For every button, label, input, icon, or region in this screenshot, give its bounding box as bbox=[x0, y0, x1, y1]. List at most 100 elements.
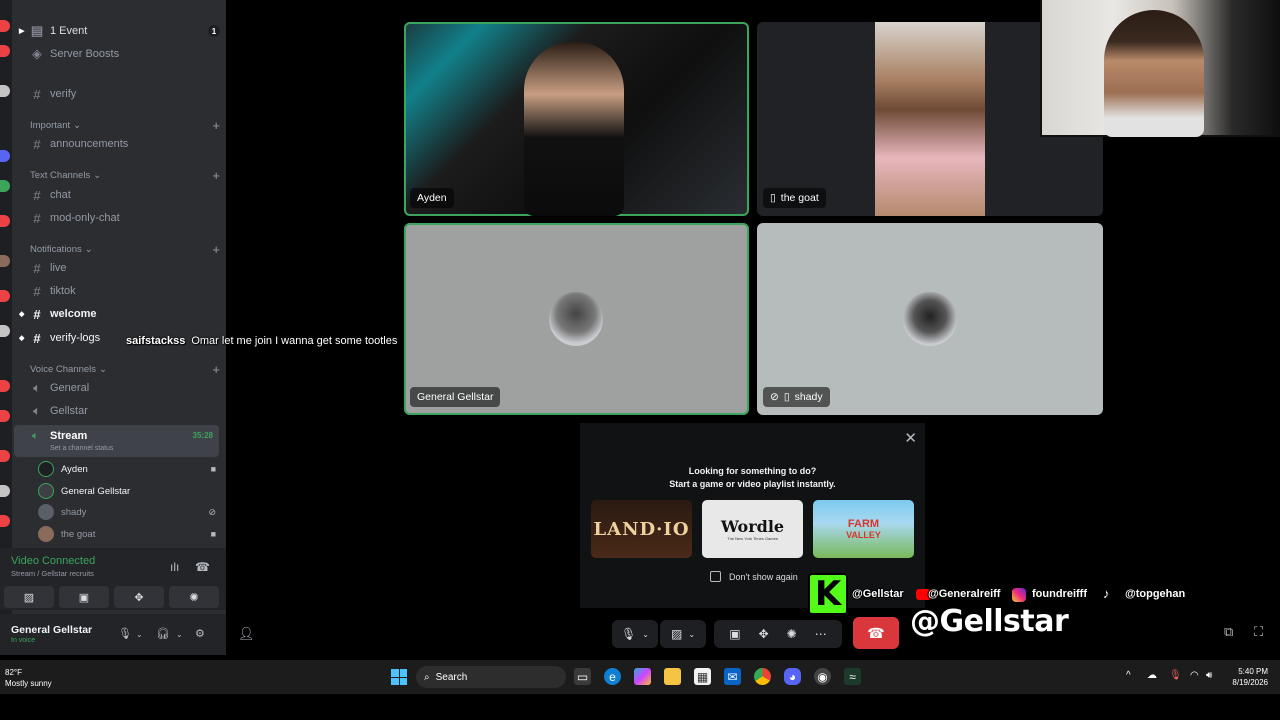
obs-icon[interactable]: ◉ bbox=[814, 668, 831, 685]
camera-off-button[interactable]: ▨ bbox=[4, 586, 54, 608]
voice-channel-general[interactable]: 🔈︎ General bbox=[30, 378, 220, 398]
game-card-farm-valley[interactable]: FARM VALLEY bbox=[813, 500, 914, 558]
add-channel-icon[interactable]: + bbox=[212, 242, 220, 257]
app-icon[interactable]: ≈ bbox=[844, 668, 861, 685]
microphone-icon[interactable]: 🎙︎ bbox=[1169, 670, 1182, 681]
discord-icon[interactable]: ◕ bbox=[784, 668, 801, 685]
checkbox[interactable] bbox=[710, 571, 721, 582]
task-view-icon[interactable]: ▭ bbox=[574, 668, 591, 685]
channel-status[interactable]: Set a channel status bbox=[50, 445, 113, 452]
camera-toggle-button[interactable]: ▨ ⌄ bbox=[660, 620, 706, 648]
file-explorer-icon[interactable] bbox=[664, 668, 681, 685]
server-icon[interactable] bbox=[0, 325, 10, 337]
volume-icon[interactable]: 🔊︎ bbox=[1206, 670, 1212, 681]
voice-channel-stream[interactable]: 🔈︎ Stream Set a channel status 35:28 bbox=[14, 425, 219, 457]
server-icon[interactable] bbox=[0, 20, 10, 32]
server-icon[interactable] bbox=[0, 485, 10, 497]
hash-icon: # bbox=[33, 187, 41, 203]
user-name[interactable]: General Gellstar bbox=[11, 624, 92, 636]
channel-chat[interactable]: # chat bbox=[30, 185, 220, 205]
server-icon[interactable] bbox=[0, 85, 10, 97]
video-tile-shady[interactable]: ⊘ ▯ shady bbox=[757, 223, 1103, 415]
server-icon[interactable] bbox=[0, 450, 10, 462]
more-options-icon[interactable]: ⋯ bbox=[815, 627, 827, 641]
server-icon[interactable] bbox=[0, 45, 10, 57]
disconnect-icon[interactable]: ☎ bbox=[195, 560, 210, 574]
add-channel-icon[interactable]: + bbox=[212, 118, 220, 133]
voice-user[interactable]: General Gellstar bbox=[38, 481, 216, 501]
copilot-icon[interactable] bbox=[634, 668, 651, 685]
boost-icon: ◈ bbox=[32, 46, 42, 61]
voice-user[interactable]: Ayden ■ bbox=[38, 459, 216, 479]
leave-call-button[interactable]: ☎ bbox=[853, 617, 899, 649]
video-tile-general-gellstar[interactable]: General Gellstar bbox=[404, 223, 749, 415]
participant-video bbox=[524, 42, 624, 216]
close-icon[interactable]: ✕ bbox=[904, 429, 917, 447]
server-icon[interactable] bbox=[0, 410, 10, 422]
chevron-up-icon[interactable]: ^ bbox=[1126, 670, 1131, 681]
game-card-land-io[interactable]: LAND·IO bbox=[591, 500, 692, 558]
server-icon[interactable] bbox=[0, 290, 10, 302]
activities-icon[interactable]: ✥ bbox=[759, 627, 769, 641]
channel-tiktok[interactable]: # tiktok bbox=[30, 281, 220, 301]
cloud-icon[interactable]: ☁ bbox=[1147, 670, 1157, 681]
add-channel-icon[interactable]: + bbox=[212, 168, 220, 183]
category-notifications[interactable]: Notifications ⌄ + bbox=[30, 242, 220, 257]
channel-mod-only-chat[interactable]: # mod-only-chat bbox=[30, 208, 220, 228]
add-person-icon[interactable]: 👤︎ bbox=[238, 626, 255, 642]
activities-button[interactable]: ✥ bbox=[114, 586, 164, 608]
channel-announcements[interactable]: # announcements bbox=[30, 134, 220, 154]
voice-user[interactable]: shady ⊘ bbox=[38, 502, 216, 522]
game-card-wordle[interactable]: Wordle The New York Times Games bbox=[702, 500, 803, 558]
channel-label: chat bbox=[50, 189, 71, 201]
voice-channel-gellstar[interactable]: 🔈︎ Gellstar bbox=[30, 401, 220, 421]
channel-verify[interactable]: # verify bbox=[30, 84, 220, 104]
noise-suppression-icon[interactable]: ılı bbox=[170, 560, 179, 574]
taskbar-search[interactable]: ⌕ Search bbox=[416, 666, 566, 688]
channel-event[interactable]: ▶ ▤ 1 Event 1 bbox=[19, 21, 220, 41]
server-icon[interactable] bbox=[0, 180, 10, 192]
headphones-icon[interactable]: 🎧︎ bbox=[156, 627, 170, 640]
channel-welcome[interactable]: ◆ # welcome bbox=[19, 304, 220, 324]
server-icon[interactable] bbox=[0, 150, 10, 162]
video-tile-ayden[interactable]: Ayden bbox=[404, 22, 749, 216]
chrome-icon[interactable] bbox=[754, 668, 771, 685]
category-important[interactable]: Important ⌄ + bbox=[30, 118, 220, 133]
soundboard-button[interactable]: ✺ bbox=[169, 586, 219, 608]
soundboard-icon[interactable]: ✺ bbox=[787, 627, 797, 641]
screen-share-icon[interactable]: ▣ bbox=[729, 627, 740, 641]
server-icon[interactable] bbox=[0, 380, 10, 392]
chevron-down-icon[interactable]: ⌄ bbox=[136, 630, 143, 639]
mail-icon[interactable]: ✉ bbox=[724, 668, 741, 685]
edge-icon[interactable]: e bbox=[604, 668, 621, 685]
share-screen-button[interactable]: ▣ bbox=[59, 586, 109, 608]
channel-server-boosts[interactable]: ◈ Server Boosts bbox=[30, 44, 220, 64]
voice-user[interactable]: the goat ■ bbox=[38, 524, 216, 544]
instagram-handle: foundreifff bbox=[1032, 588, 1087, 600]
server-icon[interactable] bbox=[0, 515, 10, 527]
voice-status[interactable]: Video Connected bbox=[11, 555, 95, 567]
gear-icon[interactable]: ⚙ bbox=[195, 627, 205, 640]
microphone-icon[interactable]: 🎙︎ bbox=[118, 627, 132, 640]
mobile-icon: ▯ bbox=[783, 391, 790, 403]
voice-location[interactable]: Stream / Gellstar recruits bbox=[11, 569, 94, 578]
server-icon[interactable] bbox=[0, 255, 10, 267]
channel-live[interactable]: # live bbox=[30, 258, 220, 278]
windows-start-icon[interactable] bbox=[391, 669, 407, 685]
chevron-down-icon[interactable]: ⌄ bbox=[688, 630, 695, 639]
dont-show-again-checkbox[interactable]: Don't show again bbox=[710, 571, 798, 582]
clock[interactable]: 5:40 PM 8/19/2026 bbox=[1222, 666, 1268, 688]
pop-out-icon[interactable]: ⧉ bbox=[1224, 624, 1233, 640]
chevron-down-icon[interactable]: ⌄ bbox=[176, 630, 183, 639]
weather-widget[interactable]: 82°F Mostly sunny bbox=[5, 667, 52, 689]
microphone-toggle-button[interactable]: 🎙︎ ⌄ bbox=[612, 620, 658, 648]
store-icon[interactable]: ▦ bbox=[694, 668, 711, 685]
fullscreen-icon[interactable]: ⛶ bbox=[1254, 624, 1263, 640]
server-icon[interactable] bbox=[0, 215, 10, 227]
category-voice-channels[interactable]: Voice Channels ⌄ + bbox=[30, 362, 220, 377]
add-channel-icon[interactable]: + bbox=[212, 362, 220, 377]
category-text-channels[interactable]: Text Channels ⌄ + bbox=[30, 168, 220, 183]
chevron-down-icon[interactable]: ⌄ bbox=[642, 630, 649, 639]
participant-video bbox=[875, 22, 985, 216]
wifi-icon[interactable]: ◠ bbox=[1190, 670, 1199, 681]
